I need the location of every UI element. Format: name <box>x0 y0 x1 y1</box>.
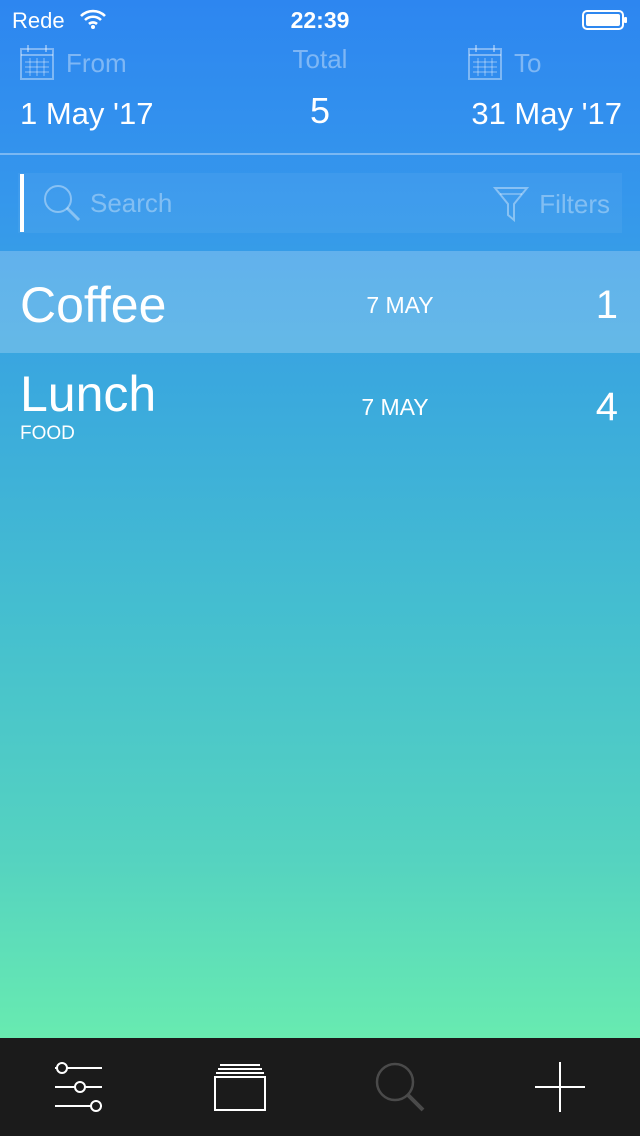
filters-button[interactable]: Filters <box>493 184 610 224</box>
battery-icon <box>582 10 627 30</box>
entry-amount: 1 <box>595 283 618 327</box>
calendar-to-icon[interactable] <box>468 44 502 80</box>
tab-bar <box>0 1038 640 1136</box>
to-date[interactable]: 31 May '17 <box>471 96 622 132</box>
status-time: 22:39 <box>290 7 350 33</box>
sliders-icon <box>55 1062 102 1112</box>
search-field-icon <box>44 185 81 222</box>
tab-cards[interactable] <box>160 1038 320 1136</box>
entry-amount: 4 <box>595 385 618 429</box>
date-range-header: From 1 May '17 Total 5 To 31 May '17 <box>0 40 640 153</box>
entries-list: Coffee 7 MAY 1 Lunch FOOD 7 MAY 4 <box>0 251 640 455</box>
list-item[interactable]: Coffee 7 MAY 1 <box>0 251 640 353</box>
plus-icon <box>535 1062 585 1112</box>
search-input[interactable] <box>90 185 450 221</box>
entry-name: Lunch <box>20 366 157 422</box>
tab-settings[interactable] <box>0 1038 160 1136</box>
entry-name: Coffee <box>20 277 167 333</box>
status-bar: Rede 22:39 <box>0 0 640 40</box>
search-icon <box>375 1062 425 1112</box>
tab-search[interactable] <box>320 1038 480 1136</box>
filters-label: Filters <box>539 188 610 219</box>
funnel-icon <box>493 187 530 223</box>
total-label: Total <box>292 44 348 74</box>
entry-category: FOOD <box>20 423 75 444</box>
tab-add[interactable] <box>480 1038 640 1136</box>
cards-icon <box>214 1064 266 1111</box>
to-label: To <box>514 48 542 78</box>
entry-date: 7 MAY <box>361 394 429 420</box>
text-cursor <box>20 174 24 232</box>
entry-date: 7 MAY <box>366 292 434 318</box>
list-item[interactable]: Lunch FOOD 7 MAY 4 <box>0 353 640 455</box>
